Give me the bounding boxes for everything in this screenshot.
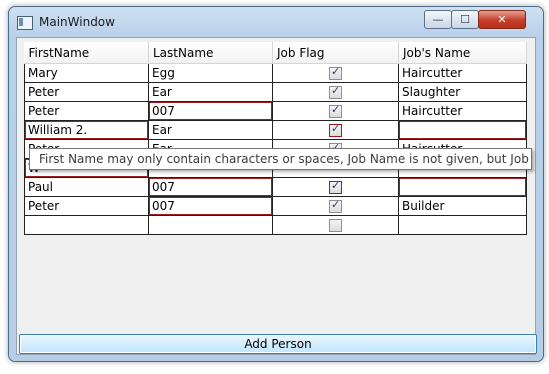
cell-jobflag[interactable] bbox=[272, 63, 399, 83]
window-icon bbox=[17, 16, 33, 30]
cell-lastname-error[interactable]: 007 bbox=[148, 101, 273, 121]
maximize-button[interactable]: ☐ bbox=[451, 10, 479, 29]
cell-jobname-error[interactable] bbox=[398, 177, 527, 197]
person-datagrid[interactable]: FirstName LastName Job Flag Job's Name M… bbox=[24, 42, 527, 235]
cell-jobname[interactable]: Slaughter bbox=[398, 82, 527, 102]
table-row[interactable]: Peter Ear Slaughter bbox=[24, 82, 527, 102]
cell-firstname[interactable] bbox=[24, 215, 149, 235]
cell-lastname-error[interactable]: 007 bbox=[148, 177, 273, 197]
table-row[interactable]: Mary Egg Haircutter bbox=[24, 63, 527, 83]
column-header-row: FirstName LastName Job Flag Job's Name bbox=[24, 42, 527, 64]
cell-jobflag[interactable] bbox=[272, 215, 399, 235]
job-flag-checkbox[interactable] bbox=[329, 198, 342, 213]
title-bar[interactable]: MainWindow — ☐ ✕ bbox=[9, 7, 543, 37]
table-row[interactable]: Paul 007 bbox=[24, 177, 527, 197]
column-header-lastname[interactable]: LastName bbox=[148, 42, 273, 64]
cell-jobname[interactable] bbox=[398, 215, 527, 235]
job-flag-checkbox[interactable] bbox=[329, 219, 342, 232]
client-area: FirstName LastName Job Flag Job's Name M… bbox=[16, 37, 537, 355]
job-flag-checkbox[interactable] bbox=[329, 103, 342, 118]
cell-jobflag[interactable] bbox=[272, 101, 399, 121]
cell-jobflag[interactable] bbox=[272, 120, 399, 140]
table-row[interactable]: Peter 007 Haircutter bbox=[24, 101, 527, 121]
cell-firstname-error[interactable]: William 2. bbox=[24, 120, 149, 140]
column-header-jobflag[interactable]: Job Flag bbox=[272, 42, 399, 64]
job-flag-checkbox[interactable] bbox=[329, 179, 342, 194]
close-button[interactable]: ✕ bbox=[478, 10, 526, 29]
table-row[interactable]: William 2. Ear bbox=[24, 120, 527, 140]
cell-firstname[interactable]: Peter bbox=[24, 82, 149, 102]
main-window: MainWindow — ☐ ✕ FirstName LastName Job … bbox=[8, 6, 544, 362]
window-title: MainWindow bbox=[39, 15, 115, 29]
cell-firstname[interactable]: Peter bbox=[24, 196, 149, 216]
job-flag-checkbox[interactable] bbox=[329, 65, 342, 80]
job-flag-checkbox[interactable] bbox=[329, 122, 342, 137]
column-header-jobname[interactable]: Job's Name bbox=[398, 42, 527, 64]
cell-jobname-error[interactable] bbox=[398, 120, 527, 140]
job-flag-checkbox[interactable] bbox=[329, 84, 342, 99]
cell-lastname-error[interactable]: 007 bbox=[148, 196, 273, 216]
cell-firstname[interactable]: Peter bbox=[24, 101, 149, 121]
cell-jobflag[interactable] bbox=[272, 177, 399, 197]
minimize-button[interactable]: — bbox=[424, 10, 452, 29]
cell-jobname[interactable]: Haircutter bbox=[398, 63, 527, 83]
cell-lastname[interactable]: Ear bbox=[148, 120, 273, 140]
cell-lastname[interactable]: Ear bbox=[148, 82, 273, 102]
cell-jobflag[interactable] bbox=[272, 82, 399, 102]
column-header-firstname[interactable]: FirstName bbox=[24, 42, 149, 64]
validation-tooltip: First Name may only contain characters o… bbox=[29, 148, 532, 170]
cell-firstname[interactable]: Paul bbox=[24, 177, 149, 197]
cell-lastname[interactable]: Egg bbox=[148, 63, 273, 83]
table-row-new[interactable] bbox=[24, 215, 527, 235]
cell-jobname[interactable]: Haircutter bbox=[398, 101, 527, 121]
cell-firstname[interactable]: Mary bbox=[24, 63, 149, 83]
table-row[interactable]: Peter 007 Builder bbox=[24, 196, 527, 216]
add-person-button[interactable]: Add Person bbox=[19, 334, 537, 354]
cell-jobflag[interactable] bbox=[272, 196, 399, 216]
cell-lastname[interactable] bbox=[148, 215, 273, 235]
cell-jobname[interactable]: Builder bbox=[398, 196, 527, 216]
